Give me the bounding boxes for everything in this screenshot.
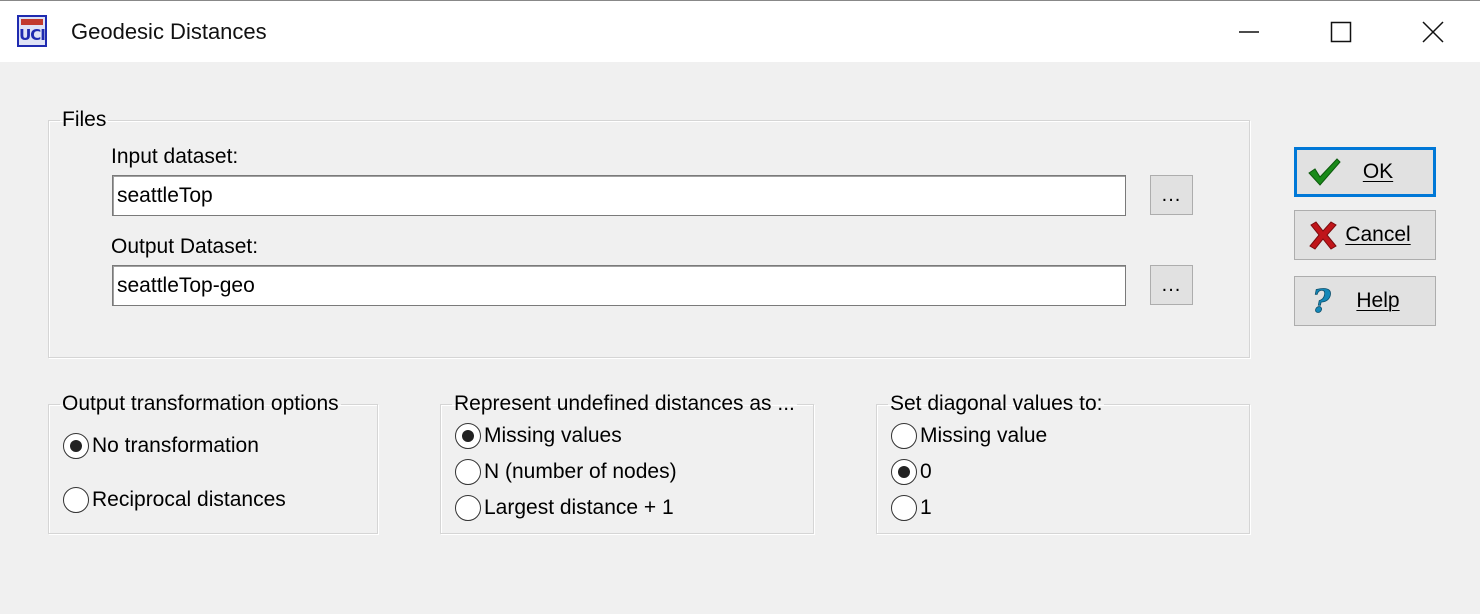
files-legend: Files	[62, 108, 107, 131]
app-icon-text: UCI	[19, 26, 46, 44]
radio-label: Missing value	[920, 424, 1048, 447]
radio-button[interactable]	[63, 487, 89, 513]
cancel-button[interactable]: Cancel	[1294, 210, 1436, 260]
output-dataset-label: Output Dataset:	[111, 235, 259, 258]
browse-input-button[interactable]: ...	[1150, 175, 1193, 215]
undefined-distances-legend: Represent undefined distances as ...	[454, 392, 795, 415]
browse-output-button[interactable]: ...	[1150, 265, 1193, 305]
radio-largest-distance-plus-one[interactable]: Largest distance + 1	[455, 495, 674, 521]
minimize-icon	[1239, 31, 1259, 33]
maximize-button[interactable]	[1295, 1, 1387, 63]
radio-number-of-nodes[interactable]: N (number of nodes)	[455, 459, 677, 485]
radio-button-selected[interactable]	[891, 459, 917, 485]
radio-label: 0	[920, 460, 932, 483]
minimize-button[interactable]	[1203, 1, 1295, 63]
help-label: Help	[1356, 289, 1400, 312]
radio-diagonal-missing-value[interactable]: Missing value	[891, 423, 1047, 449]
ucinet-icon[interactable]: UCI	[17, 15, 47, 47]
radio-label: Largest distance + 1	[484, 496, 674, 519]
svg-text:?: ?	[1312, 284, 1331, 318]
radio-no-transformation[interactable]: No transformation	[63, 433, 259, 459]
ok-button[interactable]: OK	[1294, 147, 1436, 197]
ok-label: OK	[1362, 160, 1394, 183]
radio-button-selected[interactable]	[455, 423, 481, 449]
radio-label: Reciprocal distances	[92, 488, 286, 511]
radio-label: Missing values	[484, 424, 622, 447]
input-dataset-field[interactable]: seattleTop	[112, 175, 1126, 216]
question-icon: ?	[1301, 284, 1345, 318]
title-bar: UCI Geodesic Distances	[0, 0, 1480, 62]
maximize-icon	[1330, 21, 1352, 43]
radio-diagonal-one[interactable]: 1	[891, 495, 932, 521]
checkmark-icon	[1302, 157, 1346, 187]
window-title: Geodesic Distances	[71, 19, 267, 44]
radio-label: 1	[920, 496, 932, 519]
cancel-label: Cancel	[1345, 223, 1411, 246]
radio-missing-values[interactable]: Missing values	[455, 423, 622, 449]
radio-diagonal-zero[interactable]: 0	[891, 459, 932, 485]
radio-button[interactable]	[455, 495, 481, 521]
transformation-legend: Output transformation options	[62, 392, 339, 415]
radio-button-selected[interactable]	[63, 433, 89, 459]
radio-button[interactable]	[455, 459, 481, 485]
diagonal-group: Set diagonal values to:	[876, 392, 1250, 534]
diagonal-legend: Set diagonal values to:	[890, 392, 1103, 415]
radio-label: N (number of nodes)	[484, 460, 677, 483]
radio-button[interactable]	[891, 423, 917, 449]
radio-button[interactable]	[891, 495, 917, 521]
close-icon	[1422, 21, 1444, 43]
output-dataset-field[interactable]: seattleTop-geo	[112, 265, 1126, 306]
help-button[interactable]: ? Help	[1294, 276, 1436, 326]
radio-label: No transformation	[92, 434, 259, 457]
input-dataset-label: Input dataset:	[111, 145, 239, 168]
close-button[interactable]	[1387, 1, 1479, 63]
red-x-icon	[1301, 220, 1345, 250]
radio-reciprocal-distances[interactable]: Reciprocal distances	[63, 487, 286, 513]
